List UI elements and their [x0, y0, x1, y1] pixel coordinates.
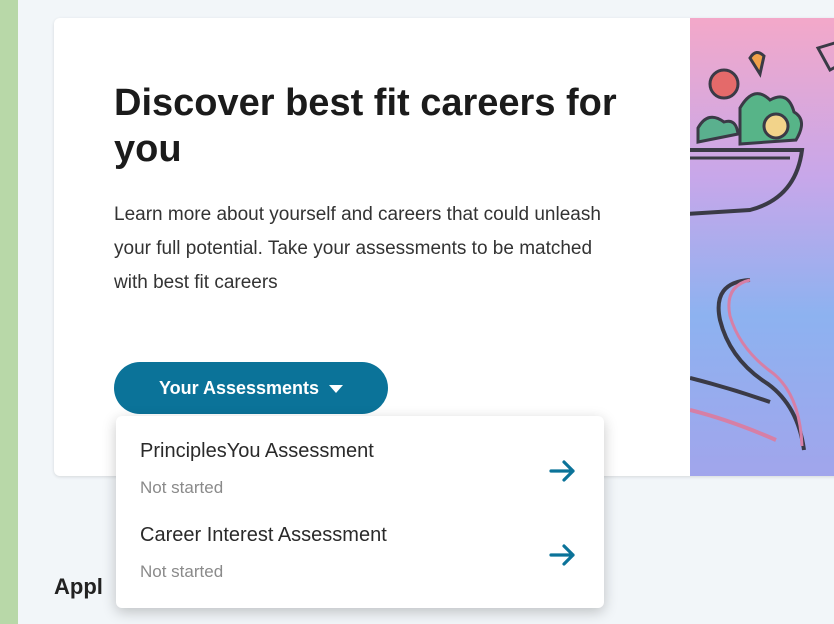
dropdown-item-title: Career Interest Assessment — [140, 524, 387, 546]
assessments-dropdown: PrinciplesYou Assessment Not started Car… — [116, 416, 604, 608]
hero-title: Discover best fit careers for you — [114, 82, 617, 170]
hero-card: Discover best fit careers for you Learn … — [54, 18, 834, 476]
arrow-right-icon[interactable] — [548, 540, 578, 570]
hero-description: Learn more about yourself and careers th… — [114, 204, 601, 293]
hero-illustration — [683, 18, 834, 476]
dropdown-item-status: Not started — [140, 562, 224, 581]
dropdown-item-status: Not started — [140, 478, 224, 497]
dropdown-item-title: PrinciplesYou Assessment — [140, 440, 374, 462]
your-assessments-label: Your Assessments — [158, 377, 320, 398]
caret-down-icon — [329, 385, 344, 393]
dropdown-item-principlesyou[interactable]: PrinciplesYou Assessment Not started — [116, 416, 604, 500]
dropdown-item-career-interest[interactable]: Career Interest Assessment Not started — [116, 500, 604, 584]
your-assessments-button[interactable]: Your Assessments — [114, 362, 388, 414]
section-heading: Appl — [54, 574, 103, 599]
arrow-right-icon[interactable] — [548, 456, 578, 486]
illustration-svg — [683, 41, 834, 451]
